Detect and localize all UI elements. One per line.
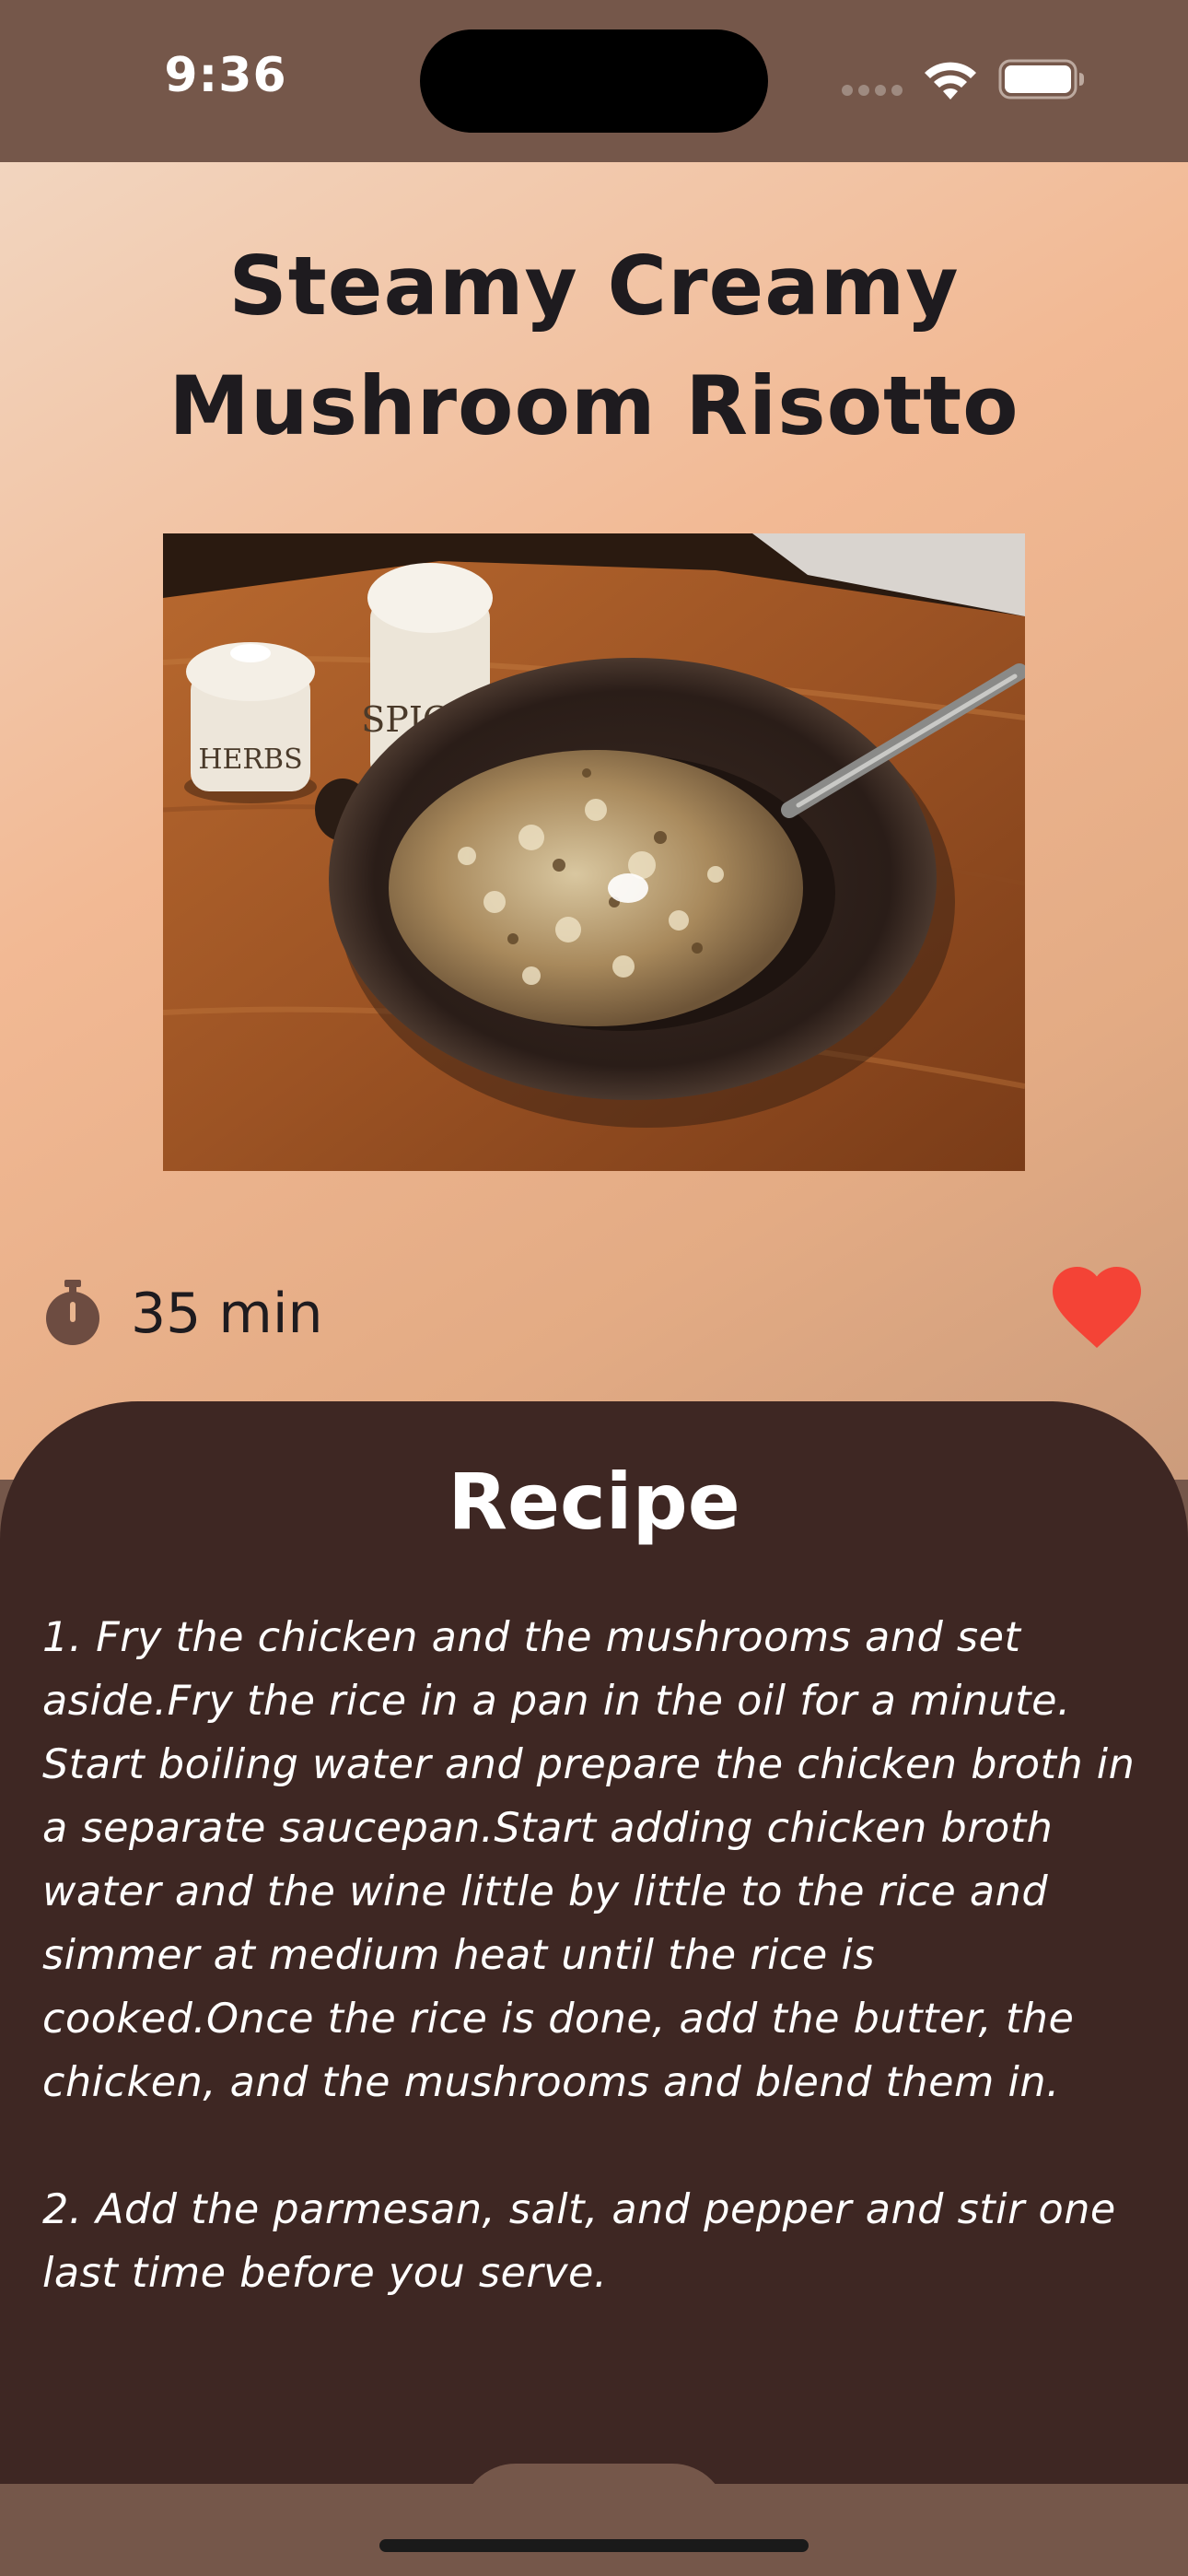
recipe-photo: SPICES HERBS [163,533,1025,1171]
recipe-detail-screen: 9:36 Steamy Creamy Mushroom Risotto HERB… [0,0,1188,2576]
status-bar: 9:36 [0,0,1188,162]
cellular-signal-icon [842,85,903,96]
recipe-header-area: Steamy Creamy Mushroom Risotto HERBS 35 … [0,162,1188,1480]
battery-icon [998,59,1084,100]
bottom-bar [0,2484,1188,2576]
recipe-title: Steamy Creamy Mushroom Risotto [169,239,1019,453]
recipe-section-heading: Recipe [448,1457,740,1547]
status-time: 9:36 [164,48,287,103]
cooking-time-label: 35 min [131,1282,323,1346]
dynamic-island [420,29,768,133]
recipe-sheet: Recipe 1. Fry the chicken and the mushro… [0,1401,1188,2484]
wifi-icon [925,62,976,100]
recipe-instructions: 1. Fry the chicken and the mushrooms and… [42,1614,1136,2297]
home-indicator[interactable] [379,2539,809,2552]
favorite-heart-icon[interactable] [1051,1263,1143,1352]
risotto-bowl-illustration: SPICES HERBS [163,533,1025,1171]
stopwatch-icon [46,1280,99,1345]
cooking-time-row: 35 min [42,1263,1147,1355]
svg-text:HERBS: HERBS [198,744,302,776]
